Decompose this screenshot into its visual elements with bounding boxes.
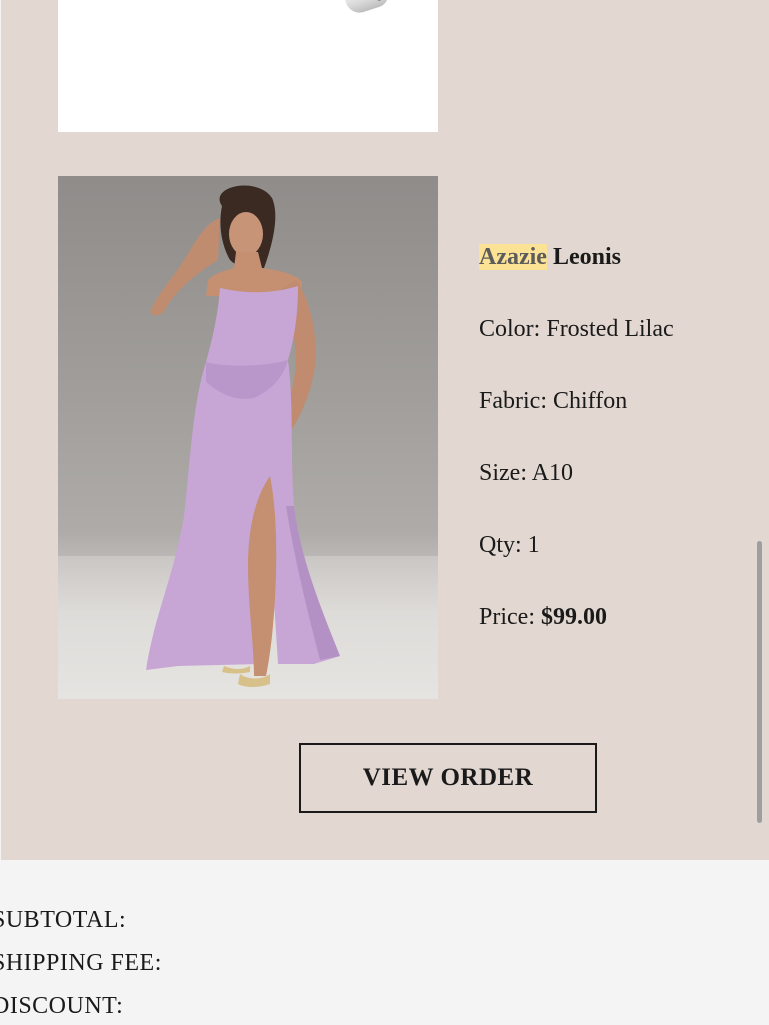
qty-value: 1	[527, 532, 540, 558]
shoe-icon	[343, 0, 393, 17]
qty-row: Qty: 1	[479, 528, 759, 562]
size-row: Size: A10	[479, 456, 759, 490]
price-label: Price:	[479, 604, 535, 630]
color-label: Color:	[479, 316, 541, 342]
size-label: Size:	[479, 460, 527, 486]
size-value: A10	[531, 460, 574, 486]
fabric-value: Chiffon	[552, 388, 628, 414]
color-row: Color: Frosted Lilac	[479, 312, 759, 346]
shipping-fee-label: SHIPPING FEE:	[0, 950, 162, 976]
order-items-panel: Azazie Leonis Color: Frosted Lilac Fabri…	[1, 0, 769, 860]
product-image[interactable]	[58, 176, 438, 699]
dress-model-illustration	[146, 185, 340, 687]
previous-product-image[interactable]	[58, 0, 438, 132]
email-order-page: Azazie Leonis Color: Frosted Lilac Fabri…	[0, 0, 769, 1025]
qty-label: Qty:	[479, 532, 522, 558]
product-name: Leonis	[552, 244, 621, 270]
view-order-button[interactable]: VIEW ORDER	[299, 743, 597, 813]
fabric-label: Fabric:	[479, 388, 547, 414]
product-title[interactable]: Azazie Leonis	[479, 240, 759, 274]
product-details: Azazie Leonis Color: Frosted Lilac Fabri…	[479, 240, 759, 672]
brand-name: Azazie	[479, 244, 547, 270]
price-row: Price: $99.00	[479, 600, 759, 634]
subtotal-label: SUBTOTAL:	[0, 907, 127, 933]
fabric-row: Fabric: Chiffon	[479, 384, 759, 418]
discount-label: DISCOUNT:	[0, 993, 124, 1019]
order-summary: SUBTOTAL: SHIPPING FEE: DISCOUNT:	[0, 905, 752, 1025]
scrollbar-thumb[interactable]	[757, 541, 762, 823]
color-value: Frosted Lilac	[546, 316, 674, 342]
price-value: $99.00	[540, 604, 607, 630]
